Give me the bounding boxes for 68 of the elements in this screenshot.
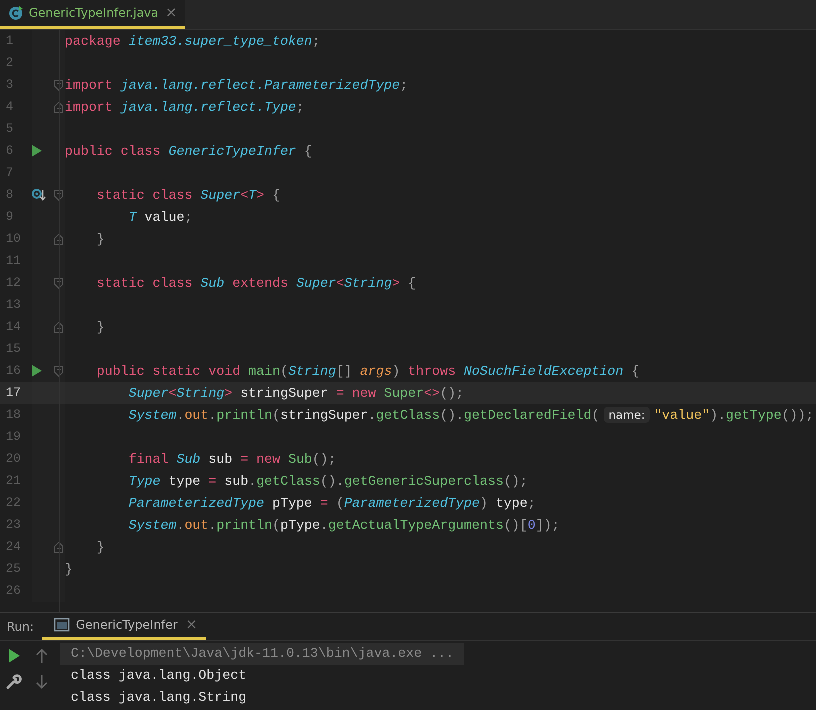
line-number: 26: [5, 584, 22, 598]
line-number: 6: [5, 144, 15, 158]
code-line: package item33.super_type_token;: [65, 34, 320, 48]
code-line: import java.lang.reflect.ParameterizedType;: [65, 78, 408, 92]
console-output: class java.lang.String: [70, 689, 248, 707]
code-line: }: [96, 232, 105, 246]
line-number: 3: [5, 78, 15, 92]
line-number: 18: [5, 408, 22, 422]
line-number: 14: [5, 320, 22, 334]
code-line: System.out.println(pType.getActualTypeArguments()[0]);: [128, 518, 560, 532]
code-line: ParameterizedType pType = (ParameterizedType) type;: [128, 496, 536, 510]
line-number: 23: [5, 518, 22, 532]
code-line: }: [65, 562, 73, 576]
line-number: 15: [5, 342, 22, 356]
editor-tab[interactable]: GenericTypeInfer.java ×: [0, 0, 186, 29]
line-number: 21: [5, 474, 22, 488]
code-line: import java.lang.reflect.Type;: [65, 100, 304, 114]
code-line: }: [96, 320, 105, 334]
fold-icon[interactable]: [54, 190, 64, 200]
line-number: 16: [5, 364, 22, 378]
code-line: T value;: [128, 210, 193, 224]
line-number: 25: [5, 562, 22, 576]
line-number: 20: [5, 452, 22, 466]
line-number: 5: [5, 122, 15, 136]
line-number: 12: [5, 276, 22, 290]
fold-icon[interactable]: [54, 278, 64, 288]
fold-icon[interactable]: [54, 234, 64, 244]
code-line: final Sub sub = new Sub();: [128, 452, 336, 466]
line-number: 19: [5, 430, 22, 444]
code-line: }: [96, 540, 105, 554]
wrench-icon[interactable]: [6, 674, 22, 690]
run-label: Run:: [6, 618, 36, 636]
close-icon[interactable]: ×: [166, 5, 178, 21]
line-number: 8: [5, 188, 15, 202]
line-number: 9: [5, 210, 15, 224]
fold-icon[interactable]: [54, 366, 64, 376]
line-number: 1: [5, 34, 15, 48]
code-line: public static void main(String[] args) throws NoSuchFieldException {: [96, 364, 640, 378]
line-number: 24: [5, 540, 22, 554]
console-output: class java.lang.Object: [70, 667, 248, 685]
down-arrow-icon[interactable]: [36, 675, 48, 689]
run-icon[interactable]: [32, 145, 42, 157]
line-number: 10: [5, 232, 22, 246]
line-number: 13: [5, 298, 22, 312]
close-icon[interactable]: ×: [186, 617, 198, 633]
fold-icon[interactable]: [54, 102, 64, 112]
run-icon[interactable]: [8, 649, 20, 663]
up-arrow-icon[interactable]: [36, 649, 48, 663]
overridden-icon[interactable]: [32, 188, 46, 202]
line-number: 22: [5, 496, 22, 510]
line-number: 2: [5, 56, 15, 70]
code-line: static class Super<T> {: [96, 188, 280, 202]
run-tab[interactable]: GenericTypeInfer ×: [42, 613, 206, 640]
fold-icon[interactable]: [54, 542, 64, 552]
fold-icon[interactable]: [54, 322, 64, 332]
line-number: 4: [5, 100, 15, 114]
line-number: 7: [5, 166, 15, 180]
code-line: System.out.println(stringSuper.getClass().getDeclaredField( name: "value").getType());: [128, 408, 814, 422]
code-line: Super<String> stringSuper = new Super<>();: [128, 386, 464, 400]
run-icon[interactable]: [32, 365, 42, 377]
code-line: static class Sub extends Super<String> {: [96, 276, 416, 290]
line-number: 11: [5, 254, 22, 268]
line-number: 17: [5, 386, 22, 400]
class-icon: [8, 5, 24, 21]
fold-icon[interactable]: [54, 80, 64, 90]
code-line: public class GenericTypeInfer {: [65, 144, 312, 158]
console-icon: [54, 618, 70, 632]
code-line: Type type = sub.getClass().getGenericSuperclass();: [128, 474, 528, 488]
